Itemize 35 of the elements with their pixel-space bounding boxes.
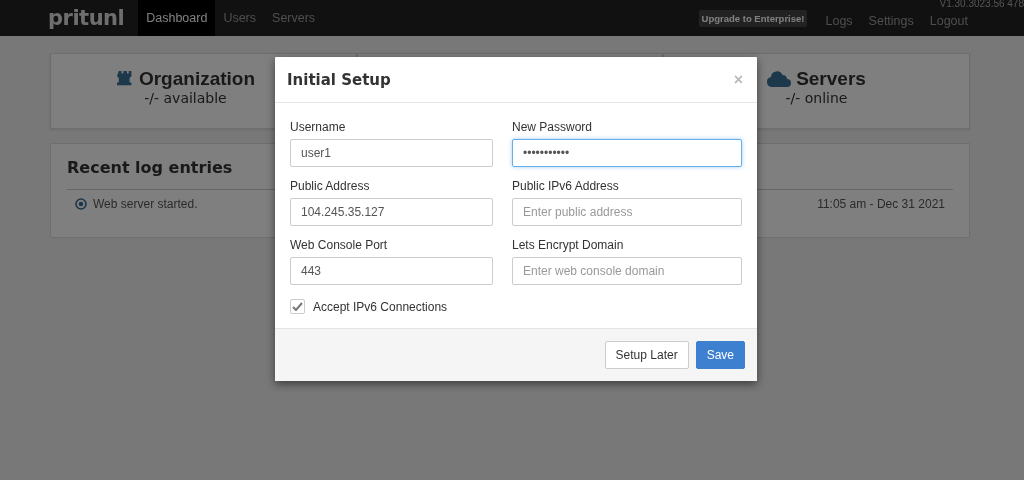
- brand-logo[interactable]: pritunl: [48, 6, 125, 30]
- field-label: Public Address: [290, 179, 371, 193]
- setup-later-button[interactable]: Setup Later: [604, 341, 689, 369]
- stat-subtitle: -/- online: [785, 90, 848, 106]
- stat-title: Organization: [138, 68, 256, 90]
- nav-link[interactable]: Settings: [860, 12, 922, 30]
- field-label: Web Console Port: [290, 238, 389, 252]
- field-label: Username: [290, 120, 347, 134]
- dialog-title: Initial Setup: [287, 70, 391, 89]
- input-field[interactable]: •••••••••••: [512, 139, 742, 167]
- input-field[interactable]: Enter web console domain: [512, 257, 742, 285]
- dot-circle-icon: [75, 198, 87, 210]
- input-field[interactable]: Enter public address: [512, 198, 742, 226]
- upgrade-button[interactable]: Upgrade to Enterprise!: [698, 9, 808, 27]
- log-message: Web server started.: [93, 197, 198, 211]
- field-label: Lets Encrypt Domain: [512, 238, 625, 252]
- version-text: V1.30.3023.56 478: [939, 0, 1024, 9]
- nav-tab[interactable]: Users: [215, 0, 265, 36]
- input-field[interactable]: 104.245.35.127: [290, 198, 493, 226]
- cloud-icon: [767, 71, 792, 87]
- nav-tab[interactable]: Servers: [264, 0, 324, 36]
- nav-link[interactable]: Logout: [921, 12, 976, 30]
- input-field[interactable]: user1: [290, 139, 493, 167]
- log-time: 11:05 am - Dec 31 2021: [817, 197, 945, 211]
- stat-title: Servers: [796, 68, 866, 90]
- nav-link[interactable]: Logs: [817, 12, 861, 30]
- field-label: Public IPv6 Address: [512, 179, 620, 193]
- tower-icon: [115, 70, 134, 88]
- checkbox-label: Accept IPv6 Connections: [313, 299, 448, 314]
- nav-tab[interactable]: Dashboard: [138, 0, 216, 36]
- save-button[interactable]: Save: [695, 341, 745, 369]
- field-label: New Password: [512, 120, 594, 134]
- input-field[interactable]: 443: [290, 257, 493, 285]
- stat-subtitle: -/- available: [144, 90, 227, 106]
- checkbox[interactable]: [290, 299, 305, 314]
